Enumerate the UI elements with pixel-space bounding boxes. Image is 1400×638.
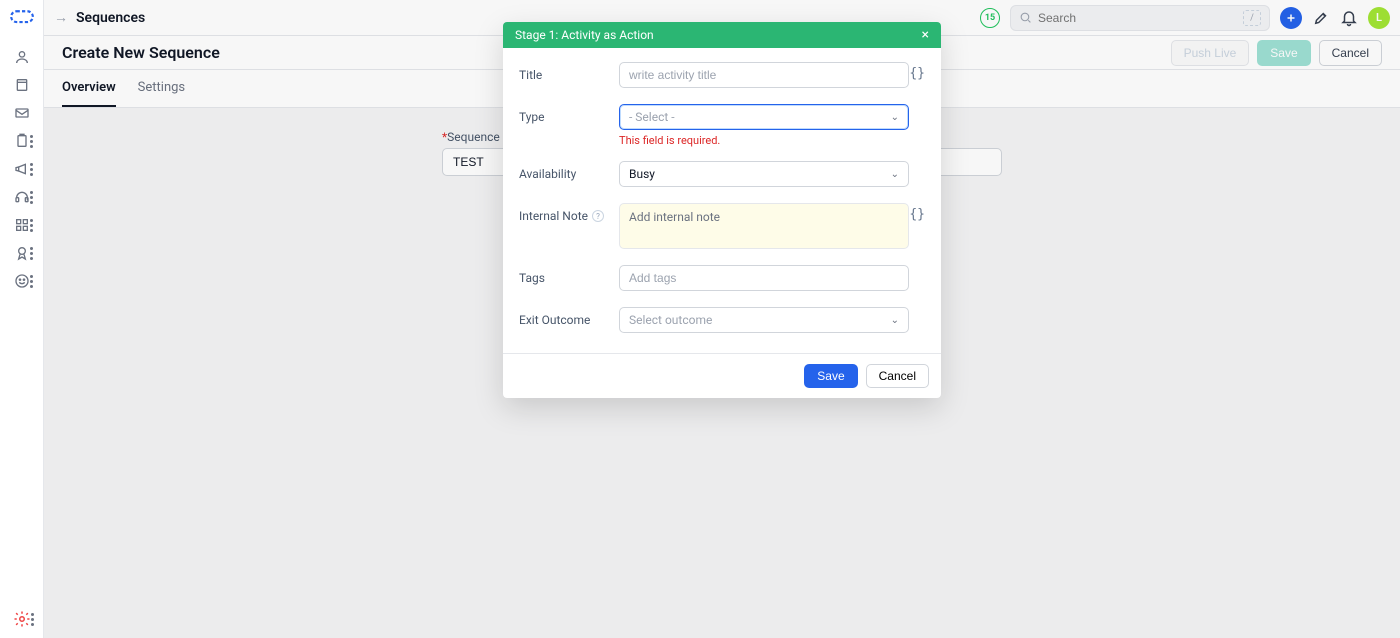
modal-title: Stage 1: Activity as Action	[515, 28, 654, 42]
chevron-down-icon: ⌄	[891, 315, 899, 326]
rail-award-icon[interactable]	[6, 240, 38, 266]
type-error-text: This field is required.	[619, 134, 909, 147]
rail-smile-icon[interactable]	[6, 268, 38, 294]
modal-save-button[interactable]: Save	[804, 364, 857, 388]
type-label: Type	[519, 104, 619, 124]
rail-book-icon[interactable]	[6, 72, 38, 98]
left-rail	[0, 0, 44, 638]
help-icon[interactable]: ?	[592, 210, 604, 222]
exit-outcome-select[interactable]: Select outcome ⌄	[619, 307, 909, 333]
type-select[interactable]: - Select - ⌄	[619, 104, 909, 130]
modal-header: Stage 1: Activity as Action ×	[503, 22, 941, 48]
rail-mail-icon[interactable]	[6, 100, 38, 126]
availability-select[interactable]: Busy ⌄	[619, 161, 909, 187]
internal-note-label: Internal Note ?	[519, 203, 619, 223]
rail-apps-icon[interactable]	[6, 212, 38, 238]
tags-label: Tags	[519, 265, 619, 285]
internal-note-input[interactable]: Add internal note	[619, 203, 909, 249]
chevron-down-icon: ⌄	[891, 169, 899, 180]
rail-clipboard-icon[interactable]	[6, 128, 38, 154]
title-variables-icon[interactable]: {}	[909, 62, 925, 81]
app-logo-icon	[9, 8, 35, 26]
note-variables-icon[interactable]: {}	[909, 203, 925, 222]
modal-cancel-button[interactable]: Cancel	[866, 364, 929, 388]
rail-user-icon[interactable]	[6, 44, 38, 70]
activity-modal: Stage 1: Activity as Action × Title {} T…	[503, 22, 941, 398]
rail-headset-icon[interactable]	[6, 184, 38, 210]
exit-outcome-label: Exit Outcome	[519, 307, 619, 327]
title-label: Title	[519, 62, 619, 82]
rail-settings-icon[interactable]	[13, 610, 31, 628]
tags-input[interactable]	[619, 265, 909, 291]
chevron-down-icon: ⌄	[891, 112, 899, 123]
title-input[interactable]	[619, 62, 909, 88]
availability-label: Availability	[519, 161, 619, 181]
modal-close-icon[interactable]: ×	[922, 28, 929, 42]
rail-megaphone-icon[interactable]	[6, 156, 38, 182]
